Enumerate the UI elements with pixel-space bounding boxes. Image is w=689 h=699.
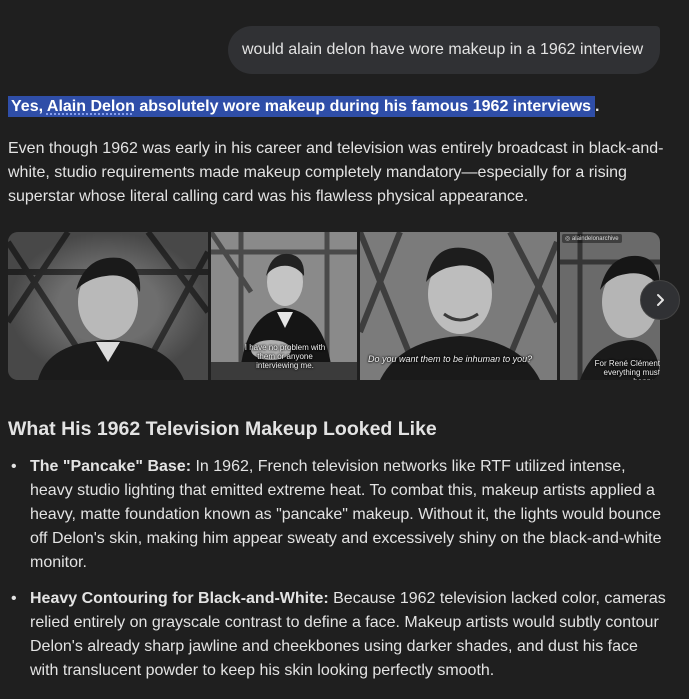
frame-4-badge-text: alaindelonarchive (571, 236, 619, 242)
highlight-end: . (595, 98, 600, 115)
answer-highlight: Yes, Alain Delon absolutely wore makeup … (8, 96, 596, 117)
frame-2-caption: I have no problem with them or anyone in… (244, 343, 326, 370)
list-item: • Heavy Contouring for Black-and-White: B… (8, 587, 668, 683)
bullet-dot: • (11, 590, 17, 607)
bullet-title: Heavy Contouring for Black-and-White: (30, 590, 329, 607)
frame-3-caption: Do you want them to be inhuman to you? (368, 354, 533, 364)
carousel-next-button[interactable] (640, 280, 680, 320)
section-heading: What His 1962 Television Makeup Looked L… (8, 418, 437, 440)
chevron-right-icon (657, 294, 664, 306)
carousel-image-3[interactable]: Do you want them to be inhuman to you? (360, 232, 557, 380)
frame-4-caption: For René Clément everything must happen (594, 359, 660, 380)
carousel-image-1[interactable] (8, 232, 208, 380)
bullet-dot: • (11, 458, 17, 475)
answer-summary: Yes, Alain Delon absolutely wore makeup … (8, 96, 677, 118)
user-message-bubble: would alain delon have wore makeup in a … (228, 26, 660, 74)
carousel-image-2[interactable]: I have no problem with them or anyone in… (211, 232, 357, 380)
user-message-text: would alain delon have wore makeup in a … (242, 41, 644, 58)
frame-4-badge: ◎ alaindelonarchive (562, 234, 622, 243)
image-carousel: I have no problem with them or anyone in… (8, 232, 660, 380)
highlight-rest: absolutely wore makeup during his famous… (134, 98, 592, 115)
answer-intro: Even though 1962 was early in his career… (8, 140, 664, 205)
bullet-title: The "Pancake" Base: (30, 458, 192, 475)
alain-delon-link[interactable]: Alain Delon (47, 98, 135, 115)
makeup-bullet-list: • The "Pancake" Base: In 1962, French tel… (8, 455, 668, 695)
list-item: • The "Pancake" Base: In 1962, French tel… (8, 455, 668, 575)
highlight-prefix: Yes, (11, 98, 47, 115)
delon-frame-1-image (8, 232, 208, 380)
instagram-icon: ◎ (565, 236, 572, 242)
